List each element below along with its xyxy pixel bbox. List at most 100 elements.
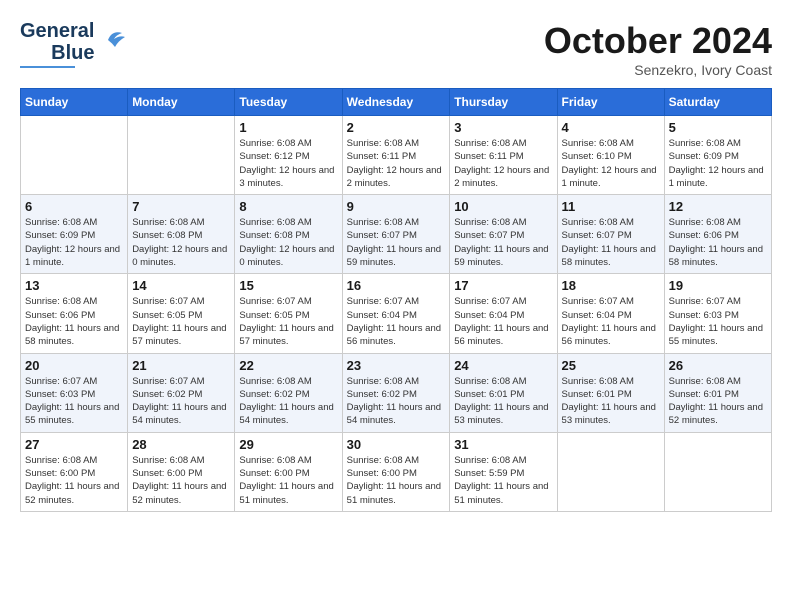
- calendar-cell: 29Sunrise: 6:08 AM Sunset: 6:00 PM Dayli…: [235, 432, 342, 511]
- day-info: Sunrise: 6:08 AM Sunset: 6:01 PM Dayligh…: [454, 375, 552, 428]
- day-info: Sunrise: 6:08 AM Sunset: 6:07 PM Dayligh…: [347, 216, 446, 269]
- day-info: Sunrise: 6:08 AM Sunset: 6:07 PM Dayligh…: [562, 216, 660, 269]
- calendar-cell: 3Sunrise: 6:08 AM Sunset: 6:11 PM Daylig…: [450, 116, 557, 195]
- day-info: Sunrise: 6:08 AM Sunset: 6:11 PM Dayligh…: [347, 137, 446, 190]
- calendar-cell: 19 Sunrise: 6:07 AM Sunset: 6:03 PM Dayli…: [664, 274, 771, 353]
- day-number: 19: [669, 278, 767, 293]
- logo: General Blue: [20, 20, 130, 68]
- day-info: Sunrise: 6:08 AM Sunset: 6:00 PM Dayligh…: [347, 454, 446, 507]
- week-row-4: 20 Sunrise: 6:07 AM Sunset: 6:03 PM Dayli…: [21, 353, 772, 432]
- day-info: Sunrise: 6:07 AM Sunset: 6:03 PM Dayligh…: [25, 375, 123, 428]
- calendar-cell: 14Sunrise: 6:07 AM Sunset: 6:05 PM Dayli…: [128, 274, 235, 353]
- calendar-cell: [128, 116, 235, 195]
- calendar-cell: 31 Sunrise: 6:08 AM Sunset: 5:59 PM Dayli…: [450, 432, 557, 511]
- day-number: 21: [132, 358, 230, 373]
- day-info: Sunrise: 6:08 AM Sunset: 6:08 PM Dayligh…: [132, 216, 230, 269]
- day-number: 16: [347, 278, 446, 293]
- day-number: 27: [25, 437, 123, 452]
- calendar-cell: 21Sunrise: 6:07 AM Sunset: 6:02 PM Dayli…: [128, 353, 235, 432]
- location-subtitle: Senzekro, Ivory Coast: [544, 62, 772, 78]
- day-info: Sunrise: 6:07 AM Sunset: 6:04 PM Dayligh…: [347, 295, 446, 348]
- calendar-table: SundayMondayTuesdayWednesdayThursdayFrid…: [20, 88, 772, 512]
- calendar-cell: 7 Sunrise: 6:08 AM Sunset: 6:08 PM Daylig…: [128, 195, 235, 274]
- day-info: Sunrise: 6:08 AM Sunset: 6:02 PM Dayligh…: [239, 375, 337, 428]
- calendar-cell: 30 Sunrise: 6:08 AM Sunset: 6:00 PM Dayli…: [342, 432, 450, 511]
- weekday-header-row: SundayMondayTuesdayWednesdayThursdayFrid…: [21, 89, 772, 116]
- week-row-5: 27 Sunrise: 6:08 AM Sunset: 6:00 PM Dayli…: [21, 432, 772, 511]
- calendar-cell: 27 Sunrise: 6:08 AM Sunset: 6:00 PM Dayli…: [21, 432, 128, 511]
- day-info: Sunrise: 6:07 AM Sunset: 6:04 PM Dayligh…: [454, 295, 552, 348]
- day-number: 15: [239, 278, 337, 293]
- day-number: 7: [132, 199, 230, 214]
- logo-general: General: [20, 20, 94, 42]
- day-info: Sunrise: 6:07 AM Sunset: 6:04 PM Dayligh…: [562, 295, 660, 348]
- calendar-cell: 8 Sunrise: 6:08 AM Sunset: 6:08 PM Daylig…: [235, 195, 342, 274]
- week-row-3: 13 Sunrise: 6:08 AM Sunset: 6:06 PM Dayli…: [21, 274, 772, 353]
- calendar-cell: 2 Sunrise: 6:08 AM Sunset: 6:11 PM Daylig…: [342, 116, 450, 195]
- day-info: Sunrise: 6:08 AM Sunset: 6:08 PM Dayligh…: [239, 216, 337, 269]
- weekday-header-friday: Friday: [557, 89, 664, 116]
- day-number: 12: [669, 199, 767, 214]
- day-number: 8: [239, 199, 337, 214]
- day-info: Sunrise: 6:08 AM Sunset: 5:59 PM Dayligh…: [454, 454, 552, 507]
- day-info: Sunrise: 6:07 AM Sunset: 6:05 PM Dayligh…: [132, 295, 230, 348]
- day-number: 1: [239, 120, 337, 135]
- calendar-cell: 5Sunrise: 6:08 AM Sunset: 6:09 PM Daylig…: [664, 116, 771, 195]
- week-row-1: 1 Sunrise: 6:08 AM Sunset: 6:12 PM Daylig…: [21, 116, 772, 195]
- day-number: 22: [239, 358, 337, 373]
- day-number: 13: [25, 278, 123, 293]
- calendar-cell: 10 Sunrise: 6:08 AM Sunset: 6:07 PM Dayli…: [450, 195, 557, 274]
- weekday-header-saturday: Saturday: [664, 89, 771, 116]
- day-number: 24: [454, 358, 552, 373]
- day-number: 18: [562, 278, 660, 293]
- logo-underline: [20, 66, 75, 68]
- day-info: Sunrise: 6:08 AM Sunset: 6:09 PM Dayligh…: [25, 216, 123, 269]
- day-number: 11: [562, 199, 660, 214]
- day-info: Sunrise: 6:07 AM Sunset: 6:03 PM Dayligh…: [669, 295, 767, 348]
- calendar-cell: 4 Sunrise: 6:08 AM Sunset: 6:10 PM Daylig…: [557, 116, 664, 195]
- calendar-cell: 15Sunrise: 6:07 AM Sunset: 6:05 PM Dayli…: [235, 274, 342, 353]
- day-number: 9: [347, 199, 446, 214]
- day-info: Sunrise: 6:08 AM Sunset: 6:00 PM Dayligh…: [132, 454, 230, 507]
- day-info: Sunrise: 6:08 AM Sunset: 6:06 PM Dayligh…: [25, 295, 123, 348]
- calendar-cell: [21, 116, 128, 195]
- day-number: 20: [25, 358, 123, 373]
- day-number: 25: [562, 358, 660, 373]
- calendar-cell: 18 Sunrise: 6:07 AM Sunset: 6:04 PM Dayli…: [557, 274, 664, 353]
- day-number: 31: [454, 437, 552, 452]
- logo-blue: Blue: [51, 42, 94, 64]
- day-number: 23: [347, 358, 446, 373]
- day-number: 17: [454, 278, 552, 293]
- weekday-header-wednesday: Wednesday: [342, 89, 450, 116]
- day-number: 3: [454, 120, 552, 135]
- calendar-cell: 12 Sunrise: 6:08 AM Sunset: 6:06 PM Dayli…: [664, 195, 771, 274]
- title-area: October 2024 Senzekro, Ivory Coast: [544, 20, 772, 78]
- day-info: Sunrise: 6:08 AM Sunset: 6:00 PM Dayligh…: [25, 454, 123, 507]
- day-number: 10: [454, 199, 552, 214]
- day-number: 6: [25, 199, 123, 214]
- day-number: 4: [562, 120, 660, 135]
- calendar-cell: 1 Sunrise: 6:08 AM Sunset: 6:12 PM Daylig…: [235, 116, 342, 195]
- calendar-cell: [557, 432, 664, 511]
- logo-bird-icon: [100, 25, 130, 60]
- calendar-cell: 28 Sunrise: 6:08 AM Sunset: 6:00 PM Dayli…: [128, 432, 235, 511]
- calendar-cell: 9 Sunrise: 6:08 AM Sunset: 6:07 PM Daylig…: [342, 195, 450, 274]
- calendar-cell: 26 Sunrise: 6:08 AM Sunset: 6:01 PM Dayli…: [664, 353, 771, 432]
- day-info: Sunrise: 6:08 AM Sunset: 6:01 PM Dayligh…: [669, 375, 767, 428]
- calendar-cell: 13 Sunrise: 6:08 AM Sunset: 6:06 PM Dayli…: [21, 274, 128, 353]
- calendar-cell: [664, 432, 771, 511]
- day-info: Sunrise: 6:08 AM Sunset: 6:10 PM Dayligh…: [562, 137, 660, 190]
- day-info: Sunrise: 6:08 AM Sunset: 6:07 PM Dayligh…: [454, 216, 552, 269]
- weekday-header-monday: Monday: [128, 89, 235, 116]
- day-number: 26: [669, 358, 767, 373]
- day-info: Sunrise: 6:08 AM Sunset: 6:02 PM Dayligh…: [347, 375, 446, 428]
- day-info: Sunrise: 6:08 AM Sunset: 6:06 PM Dayligh…: [669, 216, 767, 269]
- calendar-cell: 24 Sunrise: 6:08 AM Sunset: 6:01 PM Dayli…: [450, 353, 557, 432]
- day-info: Sunrise: 6:08 AM Sunset: 6:09 PM Dayligh…: [669, 137, 767, 190]
- weekday-header-tuesday: Tuesday: [235, 89, 342, 116]
- day-number: 2: [347, 120, 446, 135]
- page-header: General Blue October 2024 Senzekro, Ivor…: [20, 20, 772, 78]
- day-number: 28: [132, 437, 230, 452]
- day-info: Sunrise: 6:08 AM Sunset: 6:12 PM Dayligh…: [239, 137, 337, 190]
- day-number: 30: [347, 437, 446, 452]
